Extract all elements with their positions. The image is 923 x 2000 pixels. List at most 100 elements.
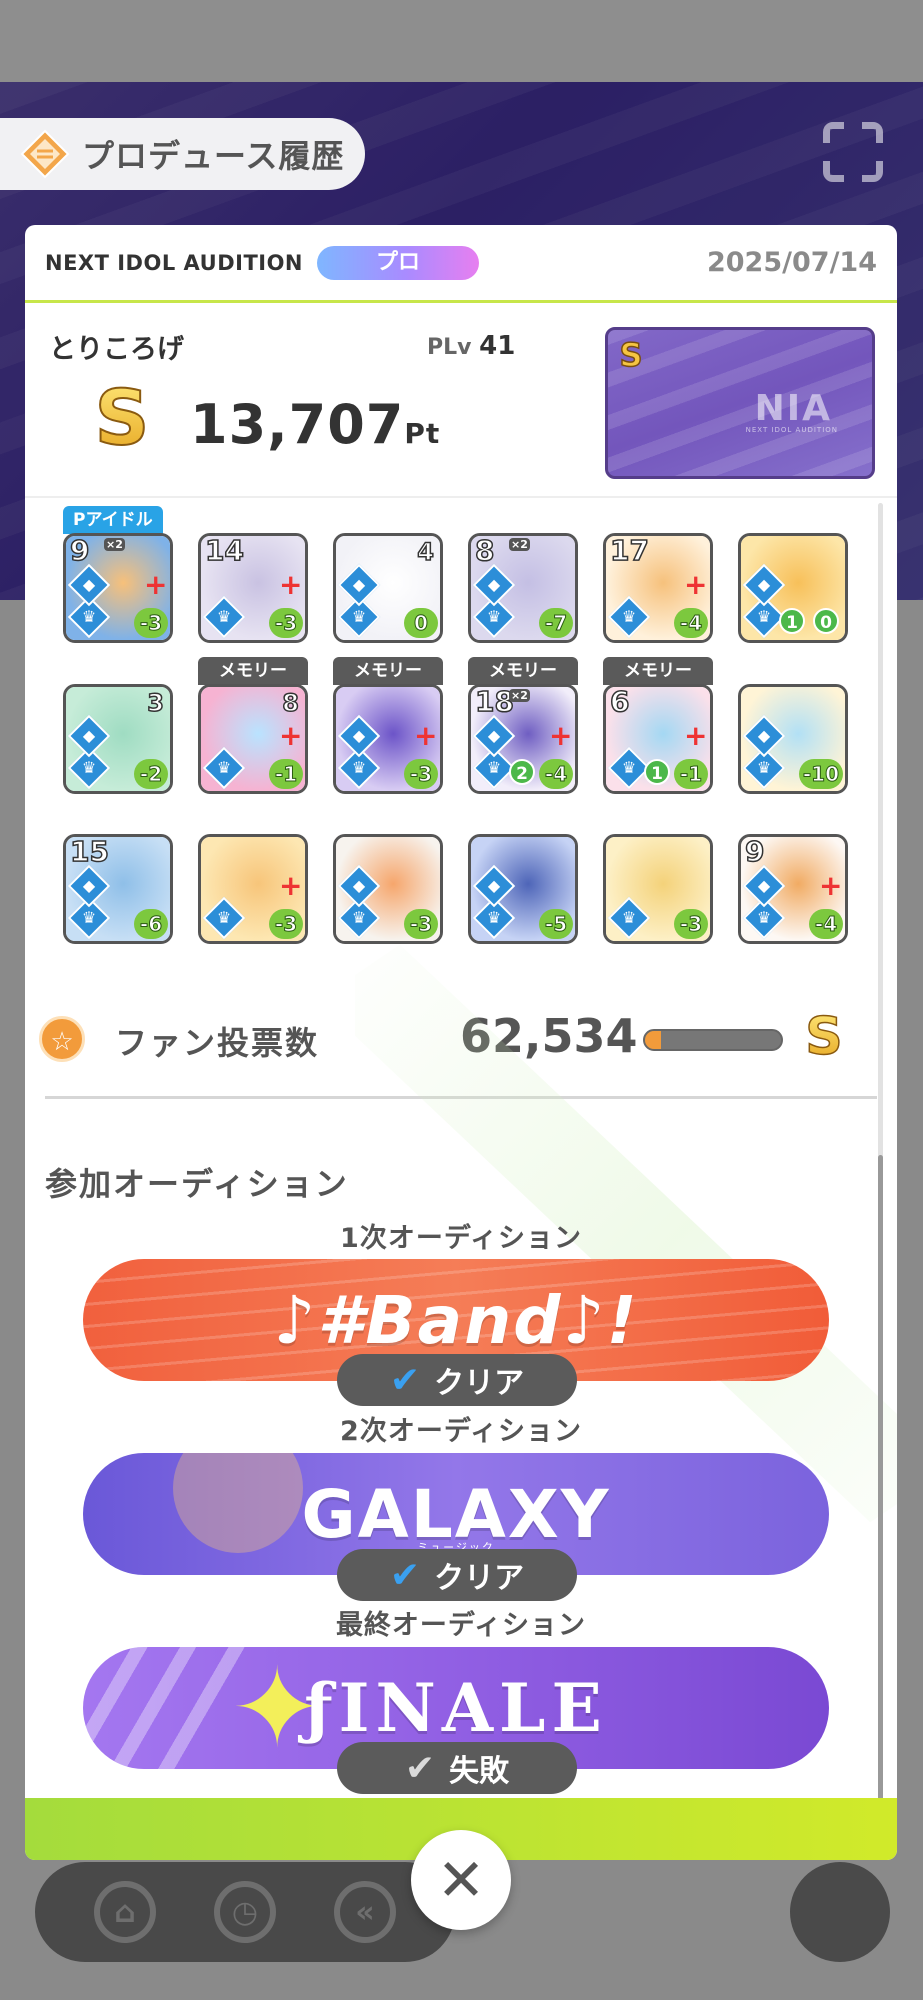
support-card[interactable]: ♛ ◆ 9 + -4 bbox=[738, 834, 848, 944]
scrollbar-thumb[interactable] bbox=[878, 1155, 883, 1805]
gem-symbol: ◆ bbox=[487, 726, 501, 745]
support-card[interactable]: ♛ 6 +1 -1 bbox=[603, 684, 713, 794]
gem-symbol: ◆ bbox=[82, 575, 96, 594]
card-tag: メモリー bbox=[603, 657, 713, 685]
support-card[interactable]: ♛ ◆ 1 0 bbox=[738, 533, 848, 643]
page-title: プロデュース履歴 bbox=[82, 137, 345, 175]
support-card[interactable]: ♛ ◆ 9 ×2 + -3 bbox=[63, 533, 173, 643]
support-card[interactable]: ♛ 17 + -4 bbox=[603, 533, 713, 643]
support-card[interactable]: ♛ ◆ 18 ×2 +2 -4 bbox=[468, 684, 578, 794]
gem-symbol: ♛ bbox=[756, 758, 772, 777]
card-cost: -3 bbox=[269, 909, 303, 939]
stage-1-label: 1次オーディション bbox=[340, 1223, 582, 1254]
support-card[interactable]: ♛ ◆ -3 bbox=[333, 834, 443, 944]
fan-votes-label: ファン投票数 bbox=[115, 1024, 320, 1062]
home-icon: ⌂ bbox=[94, 1881, 156, 1943]
gem-symbol: ◆ bbox=[757, 876, 771, 895]
stage-1-logo: ♪#Band♪! bbox=[273, 1281, 639, 1359]
gem-symbol: ♛ bbox=[216, 607, 232, 626]
support-card[interactable]: ♛ ◆ 15 -6 bbox=[63, 834, 173, 944]
card-level: 18 bbox=[474, 685, 514, 719]
support-card[interactable]: ♛ ◆ -5 bbox=[468, 834, 578, 944]
check-icon: ✔ bbox=[389, 1554, 421, 1596]
card-tag: Pアイドル bbox=[63, 506, 163, 534]
card-count: 4 bbox=[417, 537, 435, 567]
enhanced-plus-icon: + bbox=[414, 719, 438, 752]
gem-symbol: ♛ bbox=[216, 908, 232, 927]
support-card[interactable]: ♛ 8 + -1 bbox=[198, 684, 308, 794]
close-button[interactable]: ✕ bbox=[411, 1830, 511, 1930]
audition-section: 参加オーディション 1次オーディション ♪#Band♪! ✔ クリア 2次オーデ… bbox=[25, 1099, 897, 1839]
support-card[interactable]: ♛ + -3 bbox=[198, 834, 308, 944]
card-multiplier: ×2 bbox=[509, 538, 530, 551]
support-card[interactable]: ♛ ◆ + -3 bbox=[333, 684, 443, 794]
support-card[interactable]: ♛ ◆ 4 0 bbox=[333, 533, 443, 643]
fan-votes-progress bbox=[643, 1029, 783, 1051]
enhanced-plus-icon: + bbox=[549, 719, 573, 752]
gem-symbol: ♛ bbox=[486, 758, 502, 777]
score-unit: Pt bbox=[404, 417, 441, 450]
gem-symbol: ♛ bbox=[351, 908, 367, 927]
card-cost: -2 bbox=[134, 759, 168, 789]
gem-symbol: ♛ bbox=[621, 758, 637, 777]
enhanced-plus-icon: + bbox=[144, 568, 168, 601]
card-tag: メモリー bbox=[468, 657, 578, 685]
gem-symbol: ♛ bbox=[486, 908, 502, 927]
close-icon: ✕ bbox=[436, 1846, 486, 1914]
card-level: 17 bbox=[609, 534, 649, 568]
gem-symbol: ♛ bbox=[216, 758, 232, 777]
difficulty-badge: プロ bbox=[317, 245, 480, 280]
card-cost: -3 bbox=[269, 608, 303, 638]
card-level: 9 bbox=[69, 534, 90, 568]
summary-section: とりころげ PLv 41 S 13,707Pt S NIA NEXT IDOL … bbox=[25, 303, 897, 498]
score-value: 13,707 bbox=[190, 393, 405, 456]
gem-symbol: ♛ bbox=[351, 758, 367, 777]
score: 13,707Pt bbox=[190, 393, 440, 456]
stage-1-result: ✔ クリア bbox=[337, 1354, 577, 1406]
gem-symbol: ♛ bbox=[486, 607, 502, 626]
card-cost: -7 bbox=[539, 608, 573, 638]
card-cost: -4 bbox=[809, 909, 843, 939]
card-tag: メモリー bbox=[198, 657, 308, 685]
history-panel: NEXT IDOL AUDITION プロ 2025/07/14 とりころげ P… bbox=[25, 225, 897, 1860]
gem-symbol: ◆ bbox=[757, 575, 771, 594]
audition-heading: 参加オーディション bbox=[45, 1165, 349, 1203]
stage-1-result-text: クリア bbox=[434, 1366, 525, 1401]
card-badge: 1 bbox=[644, 759, 670, 785]
enhanced-plus-icon: + bbox=[279, 568, 303, 601]
nia-logo: NIA bbox=[754, 388, 832, 429]
gem-symbol: ◆ bbox=[352, 876, 366, 895]
gem-symbol: ◆ bbox=[352, 726, 366, 745]
support-card[interactable]: ♛ ◆ 3 -2 bbox=[63, 684, 173, 794]
card-badge: 2 bbox=[509, 759, 535, 785]
card-cost: -3 bbox=[134, 608, 168, 638]
support-card[interactable]: ♛ ◆ 8 ×2 -7 bbox=[468, 533, 578, 643]
enhanced-plus-icon: + bbox=[279, 869, 303, 902]
card-multiplier: ×2 bbox=[509, 689, 530, 702]
gem-symbol: ♛ bbox=[81, 607, 97, 626]
support-card[interactable]: ♛ -3 bbox=[603, 834, 713, 944]
nia-card: S NIA NEXT IDOL AUDITION bbox=[605, 327, 875, 479]
rank-s-icon: S bbox=[94, 378, 151, 458]
card-cost: -1 bbox=[269, 759, 303, 789]
card-level: 6 bbox=[609, 685, 630, 719]
card-grid: Pアイドル ♛ ◆ 9 ×2 + -3 ♛ 14 + -3 ♛ ◆ 4 0 ♛ ◆ 8 ×2 -7 ♛ 17 + -4 ♛ ◆ 1 0… bbox=[25, 498, 897, 986]
gem-symbol: ◆ bbox=[82, 726, 96, 745]
gem-symbol: ◆ bbox=[487, 876, 501, 895]
panel-header: NEXT IDOL AUDITION プロ 2025/07/14 bbox=[25, 225, 897, 303]
calendar-icon: ◷ bbox=[214, 1881, 276, 1943]
card-badge: 0 bbox=[813, 608, 839, 634]
plv-text: PLv bbox=[427, 335, 472, 360]
card-level: 14 bbox=[204, 534, 244, 568]
menu-button bbox=[790, 1862, 890, 1962]
fan-rank-letter: S bbox=[805, 1008, 842, 1064]
enhanced-plus-icon: + bbox=[684, 568, 708, 601]
back-icon: « bbox=[334, 1881, 396, 1943]
nia-logo-sub: NEXT IDOL AUDITION bbox=[745, 426, 838, 434]
gem-symbol: ♛ bbox=[351, 607, 367, 626]
gem-symbol: ◆ bbox=[352, 575, 366, 594]
support-card[interactable]: ♛ 14 + -3 bbox=[198, 533, 308, 643]
plv-value: 41 bbox=[479, 331, 516, 361]
support-card[interactable]: ♛ ◆ -10 bbox=[738, 684, 848, 794]
gem-symbol: ♛ bbox=[756, 908, 772, 927]
